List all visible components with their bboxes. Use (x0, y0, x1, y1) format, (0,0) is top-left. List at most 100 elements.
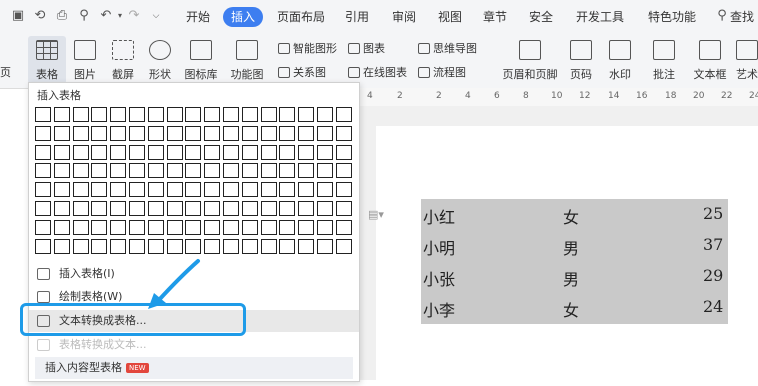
tab-page-layout[interactable]: 页面布局 (277, 8, 325, 26)
grid-cell[interactable] (35, 238, 51, 254)
grid-cell[interactable] (129, 107, 145, 122)
grid-cell[interactable] (260, 219, 277, 235)
grid-cell[interactable] (166, 107, 183, 122)
table-cell-gender[interactable]: 男 (563, 235, 579, 259)
grid-cell[interactable] (223, 125, 239, 141)
grid-cell[interactable] (241, 238, 258, 254)
grid-cell[interactable] (166, 144, 183, 160)
tab-section[interactable]: 章节 (483, 8, 507, 26)
grid-cell[interactable] (298, 107, 315, 122)
tab-developer[interactable]: 开发工具 (576, 8, 624, 26)
grid-cell[interactable] (147, 201, 164, 216)
grid-cell[interactable] (223, 144, 239, 160)
grid-cell[interactable] (147, 163, 164, 179)
grid-cell[interactable] (110, 238, 127, 254)
grid-cell[interactable] (91, 219, 108, 235)
grid-cell[interactable] (147, 107, 164, 122)
table-cell-name[interactable]: 小明 (423, 235, 455, 259)
grid-cell[interactable] (204, 219, 221, 235)
grid-cell[interactable] (72, 238, 89, 254)
grid-cell[interactable] (204, 163, 221, 179)
grid-cell[interactable] (35, 219, 51, 235)
save-icon[interactable]: ▣ (10, 8, 26, 24)
table-cell-name[interactable]: 小李 (423, 297, 455, 321)
relation-chart-button[interactable]: 关系图 (278, 64, 326, 80)
grid-cell[interactable] (317, 201, 333, 216)
grid-cell[interactable] (72, 201, 89, 216)
horizontal-ruler[interactable]: 422468101214161820222426 (358, 88, 758, 107)
grid-cell[interactable] (298, 125, 315, 141)
grid-cell[interactable] (53, 219, 70, 235)
table-cell-name[interactable]: 小张 (423, 266, 455, 290)
grid-cell[interactable] (91, 238, 108, 254)
grid-cell[interactable] (204, 125, 221, 141)
grid-cell[interactable] (298, 144, 315, 160)
grid-cell[interactable] (335, 238, 352, 254)
grid-cell[interactable] (335, 125, 352, 141)
screenshot-button[interactable]: 截屏 (106, 36, 140, 84)
table-row[interactable]: 小明 男 37 (421, 230, 728, 261)
grid-cell[interactable] (185, 107, 202, 122)
grid-cell[interactable] (72, 125, 89, 141)
online-chart-button[interactable]: 在线图表 (348, 64, 407, 80)
grid-cell[interactable] (241, 219, 258, 235)
grid-cell[interactable] (129, 182, 145, 198)
grid-cell[interactable] (185, 238, 202, 254)
grid-cell[interactable] (91, 125, 108, 141)
grid-cell[interactable] (223, 238, 239, 254)
table-cell-gender[interactable]: 女 (563, 297, 579, 321)
toolbar-partial-label[interactable]: 页 (0, 64, 11, 80)
grid-cell[interactable] (204, 238, 221, 254)
smart-art-button[interactable]: 智能图形 (278, 40, 337, 56)
grid-cell[interactable] (317, 144, 333, 160)
grid-cell[interactable] (260, 163, 277, 179)
tab-features[interactable]: 特色功能 (648, 8, 696, 26)
table-row[interactable]: 小张 男 29 (421, 261, 728, 292)
comment-button[interactable]: 批注 (648, 36, 680, 84)
table-button[interactable]: 表格 (28, 36, 66, 84)
grid-cell[interactable] (279, 201, 296, 216)
grid-cell[interactable] (260, 238, 277, 254)
picture-button[interactable]: 图片 (68, 36, 102, 84)
print-icon[interactable]: ⎙ (54, 8, 70, 24)
grid-cell[interactable] (298, 238, 315, 254)
grid-cell[interactable] (185, 201, 202, 216)
tab-security[interactable]: 安全 (529, 8, 553, 26)
grid-cell[interactable] (279, 219, 296, 235)
grid-cell[interactable] (260, 201, 277, 216)
grid-cell[interactable] (91, 144, 108, 160)
chart-button[interactable]: 图表 (348, 40, 385, 56)
grid-cell[interactable] (110, 125, 127, 141)
table-cell-age[interactable]: 25 (703, 204, 723, 223)
table-cell-age[interactable]: 29 (703, 266, 723, 285)
grid-cell[interactable] (185, 163, 202, 179)
grid-cell[interactable] (166, 125, 183, 141)
grid-cell[interactable] (317, 163, 333, 179)
grid-cell[interactable] (129, 238, 145, 254)
grid-cell[interactable] (185, 219, 202, 235)
grid-cell[interactable] (166, 219, 183, 235)
grid-cell[interactable] (129, 219, 145, 235)
grid-cell[interactable] (317, 238, 333, 254)
grid-cell[interactable] (260, 125, 277, 141)
grid-cell[interactable] (223, 201, 239, 216)
grid-cell[interactable] (241, 163, 258, 179)
grid-cell[interactable] (53, 107, 70, 122)
grid-cell[interactable] (129, 163, 145, 179)
grid-cell[interactable] (204, 107, 221, 122)
grid-cell[interactable] (110, 144, 127, 160)
grid-cell[interactable] (110, 163, 127, 179)
textbox-button[interactable]: 文本框 (690, 36, 730, 84)
grid-cell[interactable] (91, 182, 108, 198)
grid-cell[interactable] (223, 182, 239, 198)
grid-cell[interactable] (279, 107, 296, 122)
flowchart-button[interactable]: 流程图 (418, 64, 466, 80)
grid-cell[interactable] (279, 144, 296, 160)
grid-cell[interactable] (241, 144, 258, 160)
grid-cell[interactable] (72, 163, 89, 179)
grid-cell[interactable] (223, 219, 239, 235)
grid-cell[interactable] (35, 201, 51, 216)
art-text-button[interactable]: 艺术 (736, 36, 758, 84)
customize-dropdown-icon[interactable]: ⌵ (148, 8, 164, 24)
table-cell-name[interactable]: 小红 (423, 204, 455, 228)
